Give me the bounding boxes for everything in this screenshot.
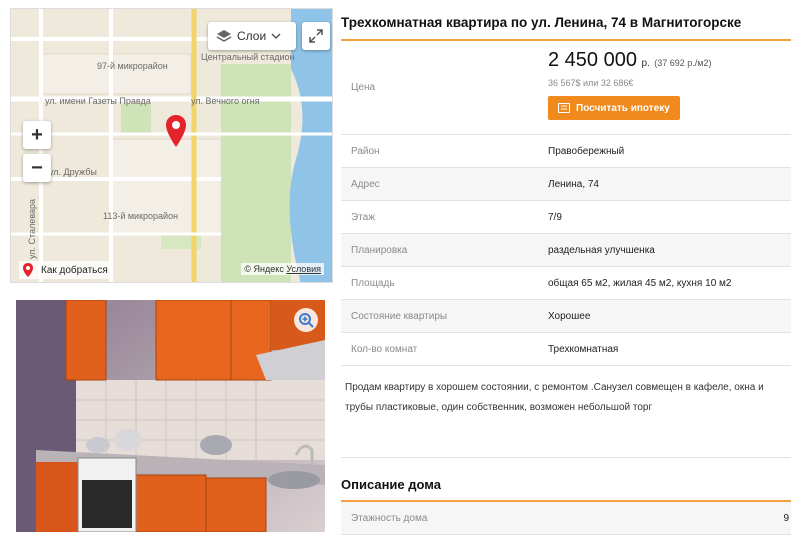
zoom-in-button[interactable]: +: [23, 121, 51, 149]
row-label: Этаж: [351, 211, 375, 223]
mortgage-calc-button[interactable]: Посчитать ипотеку: [548, 96, 680, 120]
kitchen-image: [16, 300, 325, 532]
layers-button[interactable]: Слои: [208, 22, 296, 50]
price-unit: р.: [641, 58, 650, 69]
photo-zoom-button[interactable]: [294, 308, 318, 332]
map-label: ул. имени Газеты Правда: [45, 96, 151, 106]
layers-icon: [216, 30, 232, 42]
calculator-icon: [558, 103, 570, 113]
map-copyright: © Яндекс Условия: [241, 263, 324, 275]
price-label: Цена: [351, 82, 376, 93]
route-link[interactable]: Как добраться: [19, 261, 112, 279]
row-value: общая 65 м2, жилая 45 м2, кухня 10 м2: [548, 277, 732, 289]
table-row: Этажность дома 9: [341, 502, 791, 535]
row-label: Площадь: [351, 277, 395, 289]
table-row: Планировка раздельная улучшенка: [341, 234, 791, 267]
row-label: Адрес: [351, 178, 380, 190]
map-label: Центральный стадион: [201, 52, 295, 62]
row-value: Трехкомнатная: [548, 343, 619, 355]
row-value: раздельная улучшенка: [548, 244, 655, 256]
location-pin-icon[interactable]: [165, 114, 187, 148]
route-label: Как добраться: [41, 264, 108, 276]
table-row: Площадь общая 65 м2, жилая 45 м2, кухня 1…: [341, 267, 791, 300]
price-alt-currency: 36 567$ или 32 686€: [548, 78, 634, 88]
map-label: ул. Сталевара: [27, 198, 37, 259]
copyright-text: © Яндекс: [244, 264, 284, 274]
route-pin-icon: [23, 263, 33, 277]
map-label: ул. Вечного огня: [191, 96, 260, 106]
price-per-sqm: (37 692 р./м2): [654, 58, 712, 68]
listing-title: Трехкомнатная квартира по ул. Ленина, 74…: [341, 8, 791, 41]
map-label: 113-й микрорайон: [103, 211, 179, 221]
listing-description: Продам квартиру в хорошем состоянии, с р…: [341, 366, 791, 458]
layers-label: Слои: [237, 29, 267, 43]
price-row: Цена 2 450 000 р. (37 692 р./м2) 36 567$…: [341, 41, 791, 135]
map-label: ул. Дружбы: [49, 167, 97, 177]
minus-icon: −: [31, 156, 43, 179]
row-value: Правобережный: [548, 145, 625, 157]
house-section-title: Описание дома: [341, 470, 791, 502]
row-label: Район: [351, 145, 380, 157]
zoom-out-button[interactable]: −: [23, 154, 51, 182]
apartment-photo[interactable]: [16, 300, 325, 532]
table-row: Кол-во комнат Трехкомнатная: [341, 333, 791, 366]
chevron-down-icon: [271, 33, 281, 40]
table-row: Этаж 7/9: [341, 201, 791, 234]
terms-link[interactable]: Условия: [286, 264, 321, 274]
row-label: Планировка: [351, 244, 408, 256]
magnify-plus-icon: [299, 313, 314, 328]
plus-icon: +: [31, 123, 43, 146]
table-row: Район Правобережный: [341, 135, 791, 168]
mortgage-calc-label: Посчитать ипотеку: [576, 102, 670, 114]
listing-panel: Трехкомнатная квартира по ул. Ленина, 74…: [341, 8, 791, 535]
price-value: 2 450 000: [548, 49, 637, 71]
map-label: 97-й микрорайон: [97, 61, 168, 71]
row-label: Состояние квартиры: [351, 310, 448, 322]
expand-icon: [309, 29, 323, 43]
fullscreen-button[interactable]: [302, 22, 330, 50]
row-value: 9: [783, 512, 789, 524]
row-label: Этажность дома: [351, 512, 428, 524]
row-value: Хорошее: [548, 310, 591, 322]
row-value: 7/9: [548, 211, 562, 223]
table-row: Адрес Ленина, 74: [341, 168, 791, 201]
row-label: Кол-во комнат: [351, 343, 418, 355]
map-widget[interactable]: 97-й микрорайон Центральный стадион ул. …: [10, 8, 333, 283]
row-value: Ленина, 74: [548, 178, 599, 190]
table-row: Состояние квартиры Хорошее: [341, 300, 791, 333]
